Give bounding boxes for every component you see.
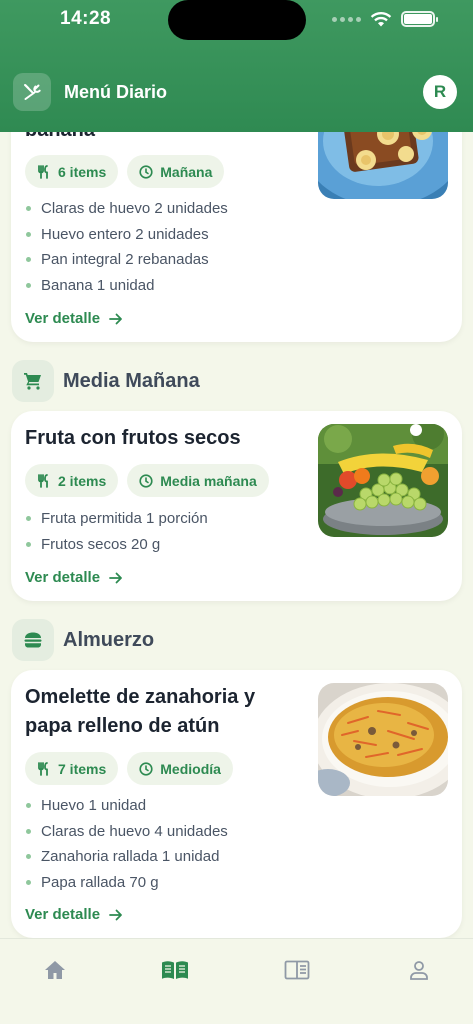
list-item: Pan integral 2 rebanadas	[25, 247, 228, 273]
utensils-icon	[38, 164, 48, 179]
status-icons	[332, 11, 438, 27]
view-detail-link[interactable]: Ver detalle	[25, 569, 123, 586]
utensils-icon	[38, 761, 48, 776]
section-title: Almuerzo	[63, 628, 155, 651]
app-bar: Menú Diario R	[0, 73, 473, 111]
list-item: Huevo 1 unidad	[25, 793, 228, 819]
dynamic-island	[168, 0, 306, 40]
avatar[interactable]: R	[423, 75, 457, 109]
reader-icon	[284, 960, 310, 980]
list-item: Huevo entero 2 unidades	[25, 222, 228, 248]
person-icon	[410, 961, 428, 980]
clock-icon	[139, 473, 153, 488]
list-item: Banana 1 unidad	[25, 273, 228, 299]
clock-icon	[139, 164, 153, 179]
meal-image	[318, 683, 448, 796]
meal-time-chip: Mañana	[127, 155, 225, 188]
meal-time-chip: Mediodía	[127, 752, 233, 785]
view-detail-link[interactable]: Ver detalle	[25, 906, 123, 923]
view-detail-link[interactable]: Ver detalle	[25, 310, 123, 327]
meal-time-chip: Media mañana	[127, 464, 269, 497]
clock-icon	[139, 761, 153, 776]
arrow-right-icon	[109, 909, 122, 920]
list-item: Frutos secos 20 g	[25, 532, 208, 558]
ingredient-list: Fruta permitida 1 porción Frutos secos 2…	[25, 506, 208, 557]
nav-home[interactable]	[40, 957, 70, 983]
list-item: Claras de huevo 4 unidades	[25, 819, 228, 845]
items-count-chip: 2 items	[25, 464, 119, 497]
section-header-lunch: Almuerzo	[12, 619, 154, 661]
meal-card-lunch[interactable]: Omelette de zanahoria y papa relleno de …	[11, 670, 462, 938]
wifi-icon	[370, 12, 392, 27]
ingredient-list: Claras de huevo 2 unidades Huevo entero …	[25, 196, 228, 298]
list-item: Claras de huevo 2 unidades	[25, 196, 228, 222]
meal-list[interactable]: banana 6 items	[0, 0, 473, 940]
arrow-right-icon	[109, 572, 122, 583]
nav-menu[interactable]	[160, 957, 190, 983]
battery-icon	[401, 11, 438, 27]
meal-title: Fruta con frutos secos	[25, 427, 241, 449]
page-title: Menú Diario	[64, 82, 168, 102]
utensils-crossed-icon	[13, 73, 51, 111]
cellular-signal-icon	[332, 16, 361, 22]
list-item: Papa rallada 70 g	[25, 870, 228, 896]
cart-icon	[12, 360, 54, 402]
items-count-chip: 6 items	[25, 155, 119, 188]
nav-recipes[interactable]	[282, 957, 312, 983]
list-item: Fruta permitida 1 porción	[25, 506, 208, 532]
burger-icon	[12, 619, 54, 661]
book-icon	[162, 961, 188, 979]
ingredient-list: Huevo 1 unidad Claras de huevo 4 unidade…	[25, 793, 228, 895]
items-count-chip: 7 items	[25, 752, 119, 785]
bottom-nav	[0, 938, 473, 1024]
status-time: 14:28	[60, 8, 112, 29]
app-header: 14:28 Menú Diario R	[0, 0, 473, 132]
section-header-mid-morning: Media Mañana	[12, 360, 200, 402]
home-icon	[45, 961, 65, 979]
list-item: Zanahoria rallada 1 unidad	[25, 844, 228, 870]
meal-image	[318, 424, 448, 537]
meal-title: Omelette de zanahoria y papa relleno de …	[25, 686, 256, 737]
nav-profile[interactable]	[404, 957, 434, 983]
meal-card-mid-morning[interactable]: Fruta con frutos secos 2 items Media mañ…	[11, 411, 462, 601]
arrow-right-icon	[109, 313, 122, 324]
status-bar: 14:28	[0, 0, 473, 44]
section-title: Media Mañana	[63, 369, 200, 392]
utensils-icon	[38, 473, 48, 488]
